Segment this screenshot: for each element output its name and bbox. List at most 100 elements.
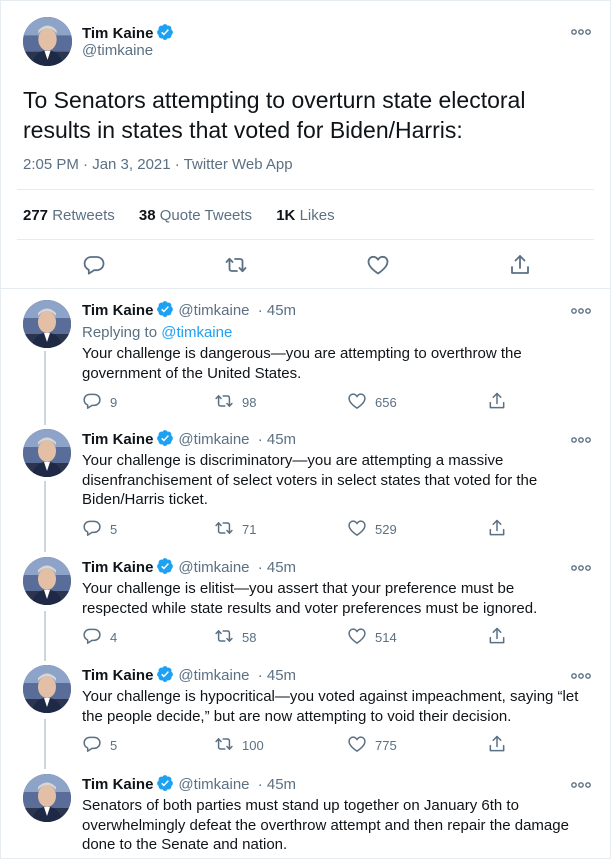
replying-to-link[interactable]: @timkaine — [161, 324, 232, 341]
share-icon[interactable] — [487, 626, 507, 646]
reply-icon[interactable] — [82, 253, 106, 277]
author-handle[interactable]: @timkaine — [178, 431, 249, 448]
main-author-name-text[interactable]: Tim Kaine — [82, 25, 153, 42]
author-name[interactable]: Tim Kaine — [82, 431, 153, 448]
like-icon[interactable] — [366, 253, 390, 277]
share-icon[interactable] — [508, 253, 532, 277]
verified-badge-icon — [156, 429, 174, 447]
like-icon[interactable] — [347, 518, 367, 538]
verified-badge-icon — [156, 665, 174, 683]
retweet-icon[interactable] — [214, 391, 234, 411]
divider — [17, 239, 594, 240]
retweet-icon[interactable] — [214, 734, 234, 754]
reply-icon[interactable] — [82, 626, 102, 646]
avatar[interactable] — [23, 665, 71, 713]
more-icon[interactable] — [570, 435, 592, 445]
reply-count: 5 — [110, 738, 118, 753]
quote-tweets-stat[interactable]: 38 Quote Tweets — [139, 207, 252, 224]
like-count: 775 — [375, 738, 397, 753]
retweets-stat[interactable]: 277 Retweets — [23, 207, 115, 224]
tweet-text: Your challenge is elitist—you assert tha… — [82, 580, 538, 617]
main-author-name[interactable]: Tim Kaine — [82, 23, 174, 42]
avatar[interactable] — [23, 429, 71, 477]
thread-line — [44, 611, 46, 661]
share-icon[interactable] — [487, 518, 507, 538]
author-name[interactable]: Tim Kaine — [82, 559, 153, 576]
tweet-text: Your challenge is hypocritical—you voted… — [82, 688, 579, 725]
author-name[interactable]: Tim Kaine — [82, 302, 153, 319]
reply-count: 5 — [110, 522, 118, 537]
retweets-count: 277 — [23, 207, 49, 224]
like-icon[interactable] — [347, 734, 367, 754]
main-author-handle[interactable]: @timkaine — [82, 42, 153, 59]
divider — [1, 288, 610, 289]
more-icon[interactable] — [570, 780, 592, 790]
retweet-count: 98 — [242, 395, 257, 410]
main-tweet-text: To Senators attempting to overturn state… — [23, 87, 526, 143]
timestamp[interactable]: · 45m — [258, 302, 296, 319]
tweet-header: Tim Kaine @timkaine · 45m — [82, 557, 296, 576]
reply-count: 4 — [110, 630, 118, 645]
like-count: 656 — [375, 395, 397, 410]
tweet-header: Tim Kaine @timkaine · 45m — [82, 774, 296, 793]
author-name[interactable]: Tim Kaine — [82, 667, 153, 684]
retweet-icon[interactable] — [224, 253, 248, 277]
retweet-icon[interactable] — [214, 626, 234, 646]
reply-icon[interactable] — [82, 518, 102, 538]
avatar[interactable] — [23, 300, 71, 348]
likes-label: Likes — [299, 207, 335, 224]
author-handle[interactable]: @timkaine — [178, 776, 249, 793]
more-icon[interactable] — [570, 27, 592, 37]
avatar[interactable] — [23, 774, 71, 822]
more-icon[interactable] — [570, 306, 592, 316]
like-count: 529 — [375, 522, 397, 537]
author-handle[interactable]: @timkaine — [178, 302, 249, 319]
like-count: 514 — [375, 630, 397, 645]
share-icon[interactable] — [487, 734, 507, 754]
reply-icon[interactable] — [82, 734, 102, 754]
timestamp[interactable]: · 45m — [258, 667, 296, 684]
tweet-text: Senators of both parties must stand up t… — [82, 797, 569, 853]
author-name[interactable]: Tim Kaine — [82, 776, 153, 793]
divider — [17, 189, 594, 190]
tweet-text: Your challenge is discriminatory—you are… — [82, 452, 538, 508]
like-icon[interactable] — [347, 391, 367, 411]
share-icon[interactable] — [487, 391, 507, 411]
avatar[interactable] — [23, 557, 71, 605]
likes-count: 1K — [276, 207, 296, 224]
more-icon[interactable] — [570, 671, 592, 681]
tweet-text: Your challenge is dangerous—you are atte… — [82, 345, 522, 382]
main-tweet-meta[interactable]: 2:05 PM · Jan 3, 2021 · Twitter Web App — [23, 156, 293, 173]
replying-to: Replying to @timkaine — [82, 323, 582, 343]
reply-icon[interactable] — [82, 391, 102, 411]
tweet-header: Tim Kaine @timkaine · 45m — [82, 429, 296, 448]
tweet-header: Tim Kaine @timkaine · 45m — [82, 300, 296, 319]
quotes-label: Quote Tweets — [159, 207, 253, 224]
timestamp[interactable]: · 45m — [258, 431, 296, 448]
timestamp[interactable]: · 45m — [258, 776, 296, 793]
author-handle[interactable]: @timkaine — [178, 667, 249, 684]
verified-badge-icon — [156, 300, 174, 318]
replying-prefix: Replying to — [82, 324, 158, 341]
retweet-icon[interactable] — [214, 518, 234, 538]
verified-badge-icon — [156, 23, 174, 41]
reply-count: 9 — [110, 395, 118, 410]
timestamp[interactable]: · 45m — [258, 559, 296, 576]
thread-line — [44, 719, 46, 769]
more-icon[interactable] — [570, 563, 592, 573]
engagement-stats: 277 Retweets 38 Quote Tweets 1K Likes — [23, 207, 355, 224]
author-handle[interactable]: @timkaine — [178, 559, 249, 576]
likes-stat[interactable]: 1K Likes — [276, 207, 334, 224]
main-avatar[interactable] — [23, 17, 72, 66]
tweet-thread-card: Tim Kaine @timkaine To Senators attempti… — [0, 0, 611, 859]
like-icon[interactable] — [347, 626, 367, 646]
retweets-label: Retweets — [52, 207, 115, 224]
retweet-count: 71 — [242, 522, 257, 537]
tweet-header: Tim Kaine @timkaine · 45m — [82, 665, 296, 684]
quotes-count: 38 — [138, 207, 156, 224]
retweet-count: 58 — [242, 630, 257, 645]
retweet-count: 100 — [242, 738, 264, 753]
verified-badge-icon — [156, 557, 174, 575]
thread-line — [44, 351, 46, 425]
thread-line — [44, 481, 46, 552]
